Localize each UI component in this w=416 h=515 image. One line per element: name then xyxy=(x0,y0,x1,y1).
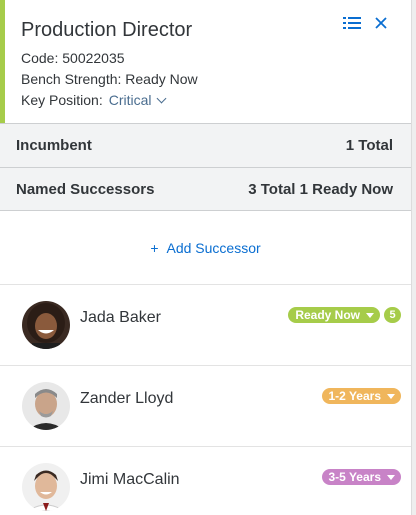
named-successors-label: Named Successors xyxy=(16,180,155,198)
named-successors-row[interactable]: Named Successors 3 Total 1 Ready Now xyxy=(0,167,411,211)
readiness-label: Ready Now xyxy=(295,308,360,322)
plus-icon: + xyxy=(150,239,159,256)
successor-row[interactable]: Jada Baker Ready Now 5 xyxy=(0,285,411,366)
caret-down-icon xyxy=(387,474,395,480)
position-header: Production Director Code: 50022035 Bench… xyxy=(0,0,411,123)
incumbent-label: Incumbent xyxy=(16,137,92,154)
readiness-label: 1-2 Years xyxy=(328,389,382,403)
readiness-badge[interactable]: 1-2 Years xyxy=(321,388,401,404)
list-icon[interactable] xyxy=(343,16,361,30)
successor-name[interactable]: Jada Baker xyxy=(80,309,161,327)
incumbent-row[interactable]: Incumbent 1 Total xyxy=(0,123,411,167)
caret-down-icon xyxy=(366,312,374,318)
incumbent-total: 1 Total xyxy=(345,137,393,154)
successor-name[interactable]: Zander Lloyd xyxy=(80,390,173,408)
readiness-badge[interactable]: 3-5 Years xyxy=(321,469,401,485)
add-successor-row: + Add Successor xyxy=(0,211,411,285)
bench-strength: Bench Strength: Ready Now xyxy=(21,71,198,87)
named-successors-total: 3 Total 1 Ready Now xyxy=(248,180,393,198)
successor-row[interactable]: Zander Lloyd 1-2 Years xyxy=(0,366,411,447)
scrollbar-track[interactable] xyxy=(412,0,416,515)
position-card: Production Director Code: 50022035 Bench… xyxy=(0,0,412,515)
chevron-down-icon xyxy=(156,93,166,104)
key-position: Key Position: Critical xyxy=(21,90,411,111)
avatar xyxy=(22,301,70,349)
close-icon[interactable] xyxy=(375,17,387,29)
readiness-badge[interactable]: Ready Now xyxy=(288,307,380,323)
key-position-dropdown[interactable]: Critical xyxy=(108,92,166,108)
key-position-value: Critical xyxy=(108,92,152,108)
successor-row[interactable]: Jimi MacCalin 3-5 Years xyxy=(0,447,411,515)
count-badge: 5 xyxy=(384,307,401,323)
avatar xyxy=(22,463,70,511)
key-position-label: Key Position: xyxy=(21,92,103,108)
avatar xyxy=(22,382,70,430)
position-code: Code: 50022035 xyxy=(21,50,125,66)
add-successor-label: Add Successor xyxy=(166,239,261,256)
readiness-label: 3-5 Years xyxy=(328,470,382,484)
successor-name[interactable]: Jimi MacCalin xyxy=(80,471,180,489)
add-successor-button[interactable]: + Add Successor xyxy=(150,240,260,256)
caret-down-icon xyxy=(387,393,395,399)
